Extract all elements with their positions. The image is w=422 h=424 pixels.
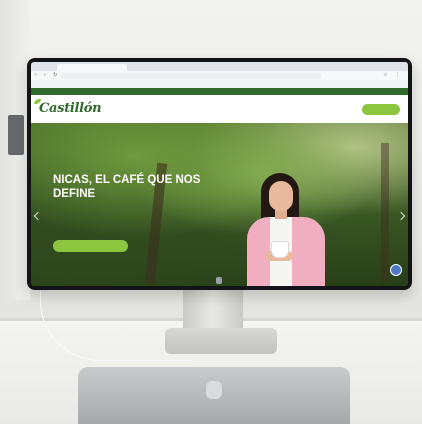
face: [269, 181, 293, 211]
browser-tab[interactable]: [57, 64, 127, 71]
site-navigation: Castillón: [31, 95, 408, 123]
nav-cta-button[interactable]: [362, 104, 400, 115]
laptop: [78, 367, 350, 424]
chat-widget-icon[interactable]: [390, 264, 402, 276]
hero-banner: NICAS, EL CAFÉ QUE NOS DEFINE: [31, 123, 408, 286]
site-top-strip: [31, 88, 408, 95]
apple-logo-icon: [206, 381, 222, 399]
monitor-stand-neck: [183, 290, 243, 332]
coffee-cup: [271, 241, 289, 258]
chevron-right-icon[interactable]: [396, 211, 406, 221]
monitor: ‹ › ↻ ☆ ⋮ Castillón NICAS, EL CAFÉ QUE N…: [27, 58, 412, 290]
monitor-stand-base: [165, 328, 277, 354]
dark-object-on-wall: [8, 115, 24, 155]
browser-address-bar: ‹ › ↻ ☆ ⋮: [31, 71, 408, 80]
browser-nav-icons[interactable]: ‹ › ↻: [35, 72, 60, 79]
url-field[interactable]: [61, 72, 321, 79]
chevron-left-icon[interactable]: [33, 211, 43, 221]
site-logo[interactable]: Castillón: [39, 101, 102, 116]
apple-logo-icon: [216, 277, 222, 284]
hero-cta-button[interactable]: [53, 240, 128, 252]
browser-tab-bar: [31, 62, 408, 71]
tree-trunk: [381, 143, 389, 283]
monitor-screen: ‹ › ↻ ☆ ⋮ Castillón NICAS, EL CAFÉ QUE N…: [31, 62, 408, 286]
woman-with-coffee-photo: [239, 171, 331, 286]
main-menu: [179, 95, 223, 123]
browser-menu-icons[interactable]: ☆ ⋮: [383, 72, 403, 79]
hero-title: NICAS, EL CAFÉ QUE NOS DEFINE: [53, 174, 201, 200]
